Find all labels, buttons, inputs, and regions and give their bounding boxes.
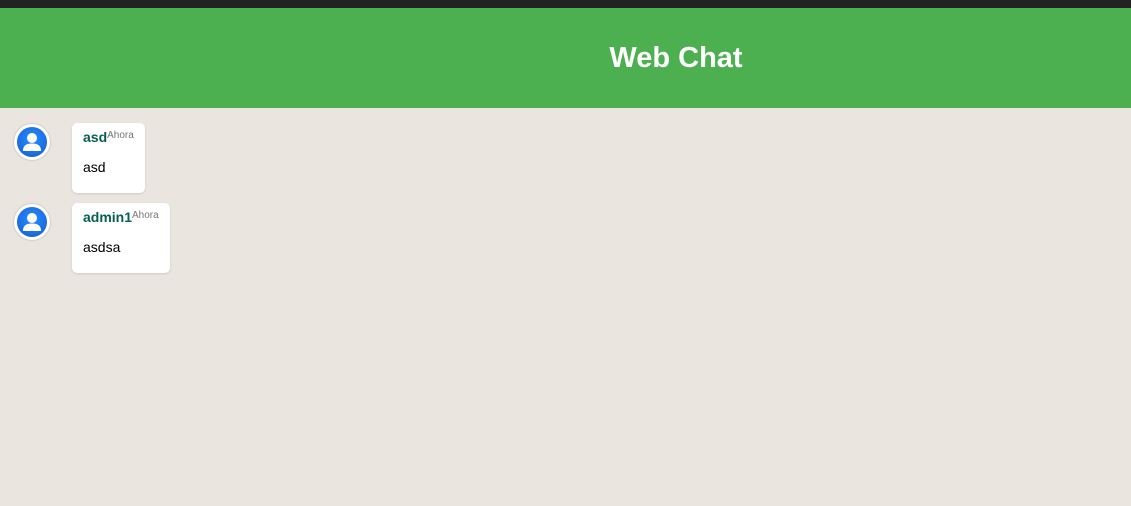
message-item: admin1Ahora asdsa	[0, 188, 400, 273]
message-time: Ahora	[107, 130, 134, 141]
window-top-bar	[0, 0, 1131, 8]
page-title: Web Chat	[609, 42, 743, 74]
message-time: Ahora	[132, 210, 159, 221]
message-username: admin1	[83, 209, 133, 225]
message-username: asd	[83, 129, 108, 145]
message-bubble: admin1Ahora asdsa	[72, 203, 170, 273]
message-item: asdAhora asd	[0, 108, 400, 193]
user-avatar-icon	[14, 124, 50, 160]
chat-header: Web Chat	[0, 8, 1131, 108]
message-text: asdsa	[83, 239, 121, 255]
message-bubble: asdAhora asd	[72, 123, 145, 193]
user-avatar-icon	[14, 204, 50, 240]
message-list[interactable]: asdAhora asd admin1Ahora asdsa	[0, 108, 1131, 506]
message-text: asd	[83, 159, 106, 175]
